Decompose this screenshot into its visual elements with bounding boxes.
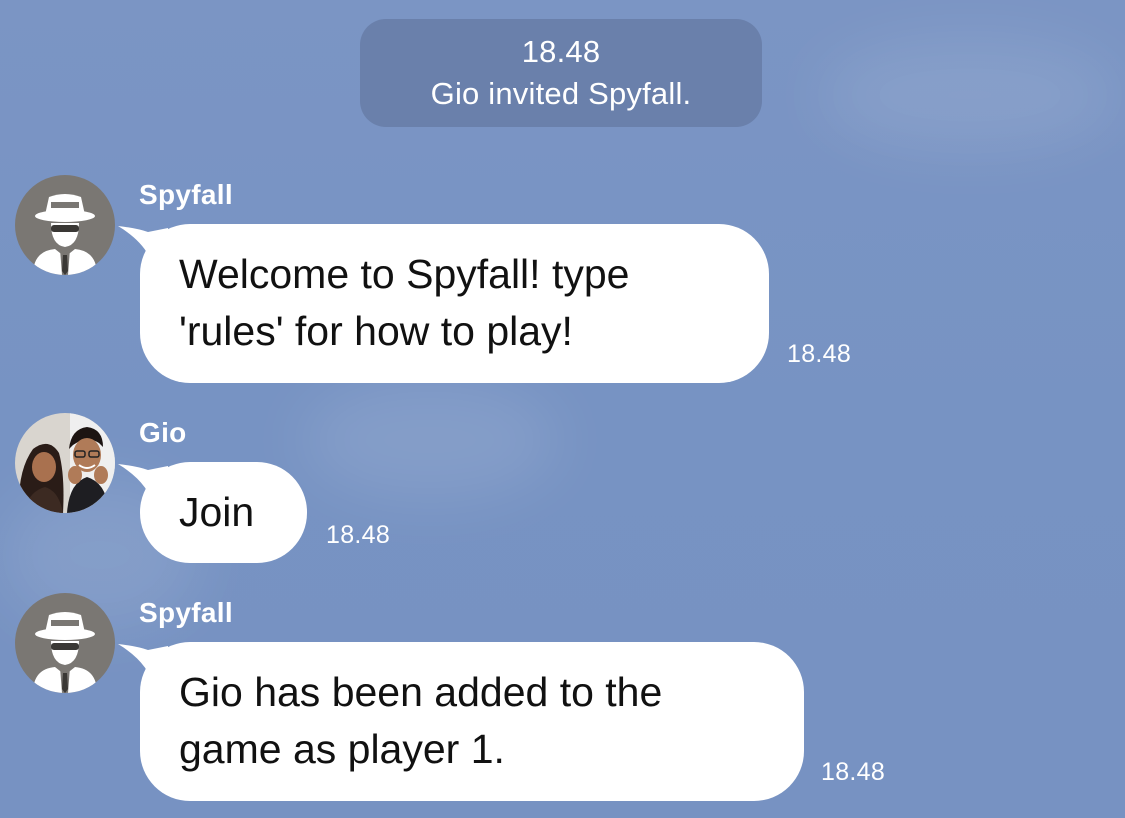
message-text-line: 'rules' for how to play! <box>179 308 573 354</box>
bubble-tail <box>118 464 168 507</box>
message-time: 18.48 <box>821 758 886 786</box>
bubble-tail <box>118 644 168 687</box>
user-photo-avatar[interactable] <box>15 413 115 513</box>
system-notice-time: 18.48 <box>521 34 601 69</box>
message-bubble[interactable]: Welcome to Spyfall! type 'rules' for how… <box>118 224 769 383</box>
message-time: 18.48 <box>787 340 852 368</box>
system-notice: 18.48 Gio invited Spyfall. <box>360 19 762 127</box>
message-bubble[interactable]: Join <box>118 462 307 563</box>
background-cloud <box>300 380 560 500</box>
spy-avatar-icon[interactable] <box>15 175 115 275</box>
chat-view[interactable]: 18.48 Gio invited Spyfall. Spyfall Welco… <box>0 0 1125 818</box>
message-text-line: game as player 1. <box>179 726 505 772</box>
bubble-tail <box>118 226 168 269</box>
system-notice-text: Gio invited Spyfall. <box>430 76 692 111</box>
message-text-line: Welcome to Spyfall! type <box>179 251 630 297</box>
sender-name: Spyfall <box>139 179 233 210</box>
message-text-line: Gio has been added to the <box>179 669 663 715</box>
background-cloud <box>820 40 1120 150</box>
sender-name: Gio <box>139 417 187 448</box>
message-time: 18.48 <box>326 521 391 549</box>
spy-avatar-icon[interactable] <box>15 593 115 693</box>
message-text-line: Join <box>179 489 255 535</box>
sender-name: Spyfall <box>139 597 233 628</box>
message-bubble[interactable]: Gio has been added to the game as player… <box>118 642 804 801</box>
